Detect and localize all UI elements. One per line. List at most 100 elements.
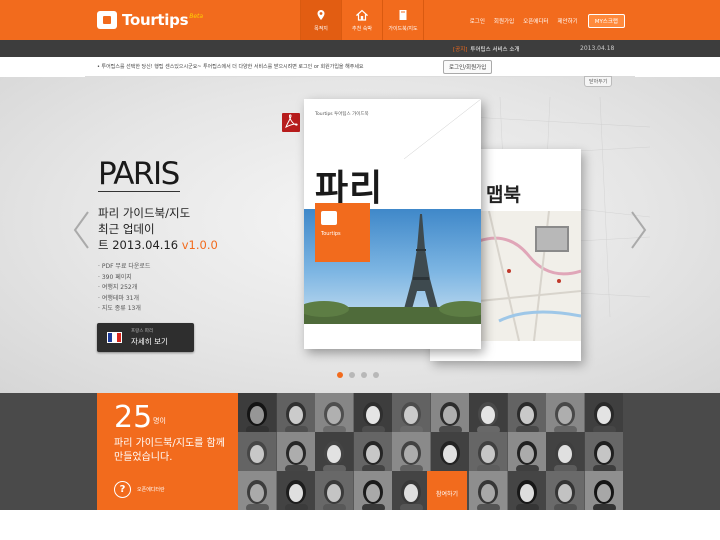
slide-dot[interactable] bbox=[349, 372, 355, 378]
contributor-photo[interactable] bbox=[469, 471, 508, 510]
contributor-photo[interactable] bbox=[276, 393, 315, 432]
pdf-icon bbox=[282, 113, 300, 132]
question-icon: ? bbox=[114, 481, 131, 498]
contributor-photo[interactable] bbox=[430, 393, 469, 432]
hero-subtitle: 파리 가이드북/지도 최근 업데이 트 2013.04.16 v1.0.0 bbox=[98, 205, 228, 253]
logo-text: Tourtips bbox=[122, 11, 189, 29]
my-scrap-button[interactable]: MY스크랩 bbox=[587, 14, 625, 28]
contributor-photo[interactable] bbox=[392, 432, 431, 471]
logo-beta-badge: Beta bbox=[189, 12, 204, 20]
close-infobar-button[interactable]: 닫아두기 bbox=[584, 76, 613, 87]
contributor-unit: 명이 bbox=[153, 417, 166, 425]
feature-item: 지도 종류 13개 bbox=[98, 304, 150, 315]
contributor-photo[interactable] bbox=[238, 432, 277, 471]
login-link[interactable]: 로그인 bbox=[470, 17, 485, 25]
notice-link[interactable]: [공지] 투어팁스 서비스 소개 bbox=[453, 45, 519, 53]
contributor-photo[interactable] bbox=[392, 393, 431, 432]
contributor-photo[interactable] bbox=[584, 471, 623, 510]
contributor-photo[interactable] bbox=[546, 432, 585, 471]
join-button[interactable]: 참여하기 bbox=[427, 471, 467, 510]
subtitle-line: 트 2013.04.16 bbox=[98, 238, 179, 252]
contributor-photo[interactable] bbox=[276, 432, 315, 471]
nav-label: 추천 숙박 bbox=[352, 25, 372, 32]
nav-item-guidebook[interactable]: 가이드북/지도 bbox=[382, 0, 424, 40]
chevron-left-icon bbox=[73, 211, 89, 249]
contributor-photo[interactable] bbox=[584, 393, 623, 432]
hero-title: PARIS bbox=[98, 156, 180, 192]
notice-tag: [공지] bbox=[453, 47, 468, 53]
login-info-text: • 투어팁스를 선택한 당신! 행팁 센스있으시군요~ 투어팁스에서 더 다양한… bbox=[97, 64, 364, 70]
france-flag-icon bbox=[107, 332, 122, 343]
utility-links: 로그인 회원가입 오픈에디터 제안하기 MY스크랩 bbox=[461, 14, 625, 28]
slide-dot[interactable] bbox=[373, 372, 379, 378]
contributors-section: 25 명이 파리 가이드북/지도를 함께 만들었습니다. ? 오픈에디터란 참여… bbox=[0, 393, 720, 510]
contributor-photo[interactable] bbox=[353, 432, 392, 471]
main-nav: 목적지 추천 숙박 가이드북/지도 bbox=[300, 0, 424, 40]
open-editor-help-link[interactable]: ? 오픈에디터란 bbox=[114, 481, 165, 498]
nav-label: 목적지 bbox=[314, 25, 328, 32]
logo[interactable]: Tourtips Beta bbox=[97, 11, 203, 29]
contributor-photo[interactable] bbox=[238, 393, 277, 432]
help-label: 오픈에디터란 bbox=[137, 487, 165, 493]
feature-item: 여행테마 31개 bbox=[98, 294, 150, 305]
contributor-photo[interactable] bbox=[392, 471, 431, 510]
contributor-photo[interactable] bbox=[584, 432, 623, 471]
slide-pagination bbox=[337, 372, 385, 378]
signup-link[interactable]: 회원가입 bbox=[494, 17, 514, 25]
view-details-button[interactable]: 프랑스 파리 자세히 보기 bbox=[97, 323, 194, 352]
button-text-group: 프랑스 파리 자세히 보기 bbox=[131, 328, 168, 347]
contributor-photo[interactable] bbox=[315, 432, 354, 471]
contributor-photo[interactable] bbox=[430, 432, 469, 471]
guidebook-logo-block: Tourtips bbox=[315, 203, 370, 262]
feature-item: 여행지 252개 bbox=[98, 283, 150, 294]
subtitle-line: 최근 업데이 bbox=[98, 222, 155, 236]
suggest-link[interactable]: 제안하기 bbox=[557, 17, 577, 25]
open-editor-link[interactable]: 오픈에디터 bbox=[523, 17, 548, 25]
hero-banner: PARIS 파리 가이드북/지도 최근 업데이 트 2013.04.16 v1.… bbox=[0, 77, 720, 393]
contributor-message: 파리 가이드북/지도를 함께 만들었습니다. bbox=[114, 438, 225, 463]
mapbook-title: 맵북 bbox=[486, 184, 521, 206]
contributor-photo[interactable] bbox=[546, 471, 585, 510]
version-label: v1.0.0 bbox=[181, 238, 218, 252]
map-pin-icon bbox=[317, 9, 325, 20]
logo-icon bbox=[97, 11, 117, 29]
guidebook-icon bbox=[399, 9, 407, 20]
contributor-count: 25 bbox=[114, 400, 153, 435]
feature-item: 390 페이지 bbox=[98, 273, 150, 284]
contributor-photo[interactable] bbox=[315, 393, 354, 432]
contributor-photo[interactable] bbox=[546, 393, 585, 432]
contributor-photo[interactable] bbox=[353, 393, 392, 432]
notice-text: 투어팁스 서비스 소개 bbox=[470, 47, 520, 53]
nav-item-destinations[interactable]: 목적지 bbox=[300, 0, 341, 40]
contributor-photo[interactable] bbox=[507, 393, 546, 432]
map-illustration bbox=[479, 211, 581, 341]
guidebook-label: Tourtips 투어팁스 가이드북 bbox=[315, 112, 369, 117]
next-slide-arrow[interactable] bbox=[628, 210, 648, 250]
subtitle-line: 파리 가이드북/지도 bbox=[98, 206, 191, 220]
slide-dot[interactable] bbox=[337, 372, 343, 378]
feature-list: PDF 무료 다운로드 390 페이지 여행지 252개 여행테마 31개 지도… bbox=[98, 262, 151, 315]
contributor-photo[interactable] bbox=[507, 432, 546, 471]
contributor-photo[interactable] bbox=[315, 471, 354, 510]
contributor-photo[interactable] bbox=[353, 471, 392, 510]
feature-item: PDF 무료 다운로드 bbox=[98, 262, 151, 273]
top-header: Tourtips Beta 목적지 추천 숙박 가이드북/지도 로그인 회원가입… bbox=[0, 0, 720, 40]
login-signup-button[interactable]: 로그인/회원가입 bbox=[443, 60, 493, 74]
contributor-photo[interactable] bbox=[276, 471, 315, 510]
nav-label: 가이드북/지도 bbox=[388, 25, 418, 32]
nav-item-lodging[interactable]: 추천 숙박 bbox=[341, 0, 382, 40]
prev-slide-arrow[interactable] bbox=[72, 210, 92, 250]
guidebook-cover[interactable]: Tourtips 투어팁스 가이드북 파리 Tourtips bbox=[304, 99, 481, 349]
button-subtext: 프랑스 파리 bbox=[131, 329, 154, 334]
contributor-photo[interactable] bbox=[507, 471, 546, 510]
contributor-photo[interactable] bbox=[238, 471, 277, 510]
notice-bar: [공지] 투어팁스 서비스 소개 2013.04.18 bbox=[0, 40, 720, 57]
contributor-photo[interactable] bbox=[469, 393, 508, 432]
chevron-right-icon bbox=[631, 211, 647, 249]
home-icon bbox=[356, 9, 368, 21]
slide-dot[interactable] bbox=[361, 372, 367, 378]
contributor-photo[interactable] bbox=[469, 432, 508, 471]
guidebook-logo-text: Tourtips bbox=[321, 231, 341, 237]
subtitle-line-with-version: 트 2013.04.16 v1.0.0 bbox=[98, 237, 228, 253]
button-label: 자세히 보기 bbox=[131, 337, 168, 346]
